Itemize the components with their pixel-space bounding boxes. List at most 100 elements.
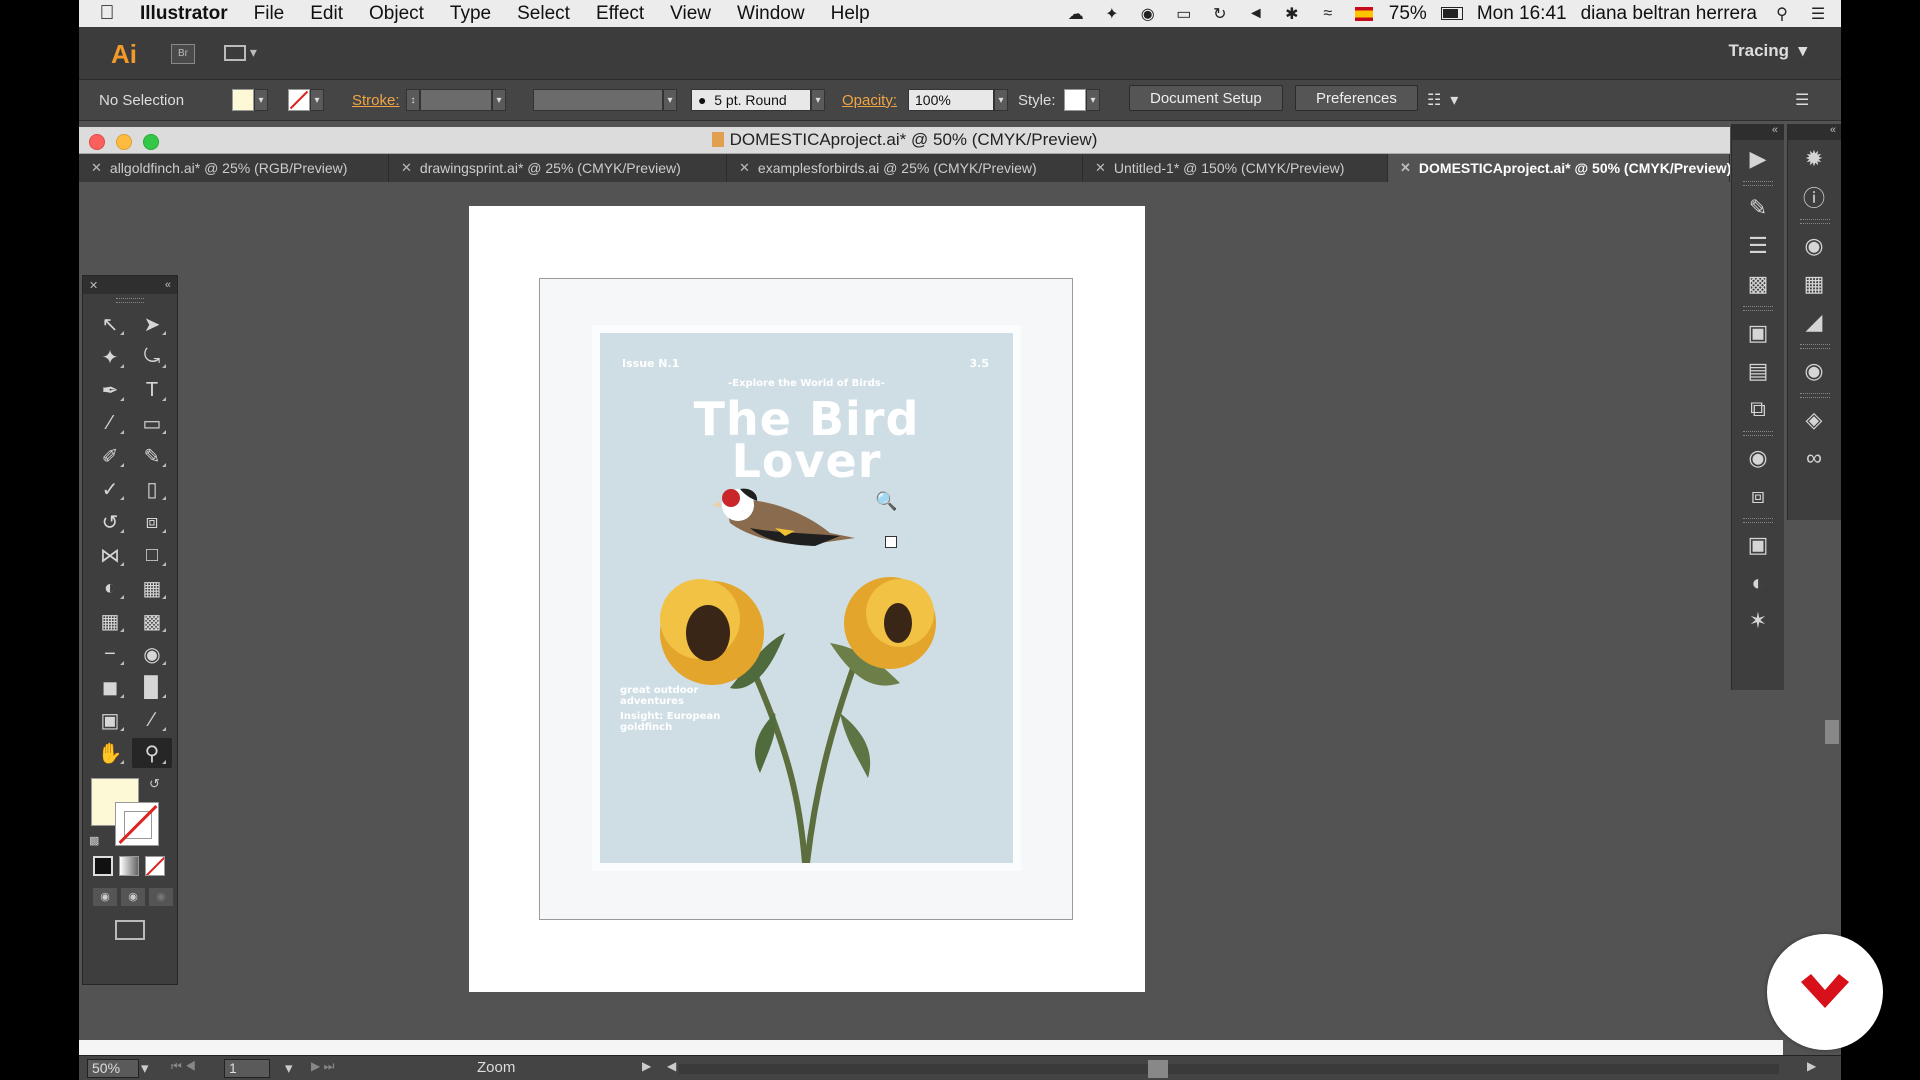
artboard[interactable]: Issue N.1 3.5 -Explore the World of Bird… bbox=[469, 206, 1145, 992]
scroll-right-icon[interactable]: ▶ bbox=[1807, 1059, 1816, 1073]
fill-swatch[interactable] bbox=[232, 89, 254, 111]
clock[interactable]: Mon 16:41 bbox=[1477, 3, 1567, 25]
slice-tool-icon[interactable]: ∕ bbox=[132, 705, 172, 735]
wifi-icon[interactable]: ≈ bbox=[1317, 5, 1339, 23]
menu-file[interactable]: File bbox=[241, 3, 298, 25]
tab-drawingsprint[interactable]: ✕ drawingsprint.ai* @ 25% (CMYK/Preview) bbox=[389, 154, 727, 182]
first-artboard-icon[interactable]: ⏮ ◀ bbox=[171, 1059, 196, 1074]
dock-collapse-icon[interactable]: « bbox=[1732, 124, 1784, 140]
pencil-tool-icon[interactable]: ✎ bbox=[132, 441, 172, 471]
horizontal-scrollbar-thumb[interactable] bbox=[1148, 1060, 1168, 1078]
stroke-panel-icon[interactable]: ☰ bbox=[1732, 227, 1784, 265]
graphic-styles-icon[interactable]: ◉ bbox=[1788, 352, 1840, 390]
panel-menu-icon[interactable]: ☰ bbox=[1795, 89, 1809, 111]
column-graph-tool-icon[interactable]: ▉ bbox=[132, 672, 172, 702]
close-tab-icon[interactable]: ✕ bbox=[401, 160, 412, 176]
transparency-icon[interactable]: ◐ bbox=[1732, 564, 1784, 602]
lasso-tool-icon[interactable]: ⤿ bbox=[132, 342, 172, 372]
stroke-label[interactable]: Stroke: bbox=[352, 89, 400, 111]
zoom-dropdown-icon[interactable]: ▾ bbox=[141, 1059, 149, 1077]
style-control[interactable]: ▾ bbox=[1064, 89, 1100, 111]
stroke-weight-field[interactable] bbox=[420, 89, 492, 111]
minimize-window-button[interactable] bbox=[116, 134, 132, 150]
image-trace-icon[interactable]: ▣ bbox=[1732, 526, 1784, 564]
record-icon[interactable]: ◉ bbox=[1137, 5, 1159, 23]
draw-behind-icon[interactable]: ◉ bbox=[121, 888, 145, 906]
opacity-field[interactable]: 100% bbox=[908, 89, 994, 111]
swatches-icon[interactable]: ▦ bbox=[1788, 265, 1840, 303]
variable-width-profile[interactable]: ▾ bbox=[533, 89, 677, 111]
close-panel-icon[interactable]: ✕ bbox=[89, 279, 98, 292]
scale-tool-icon[interactable]: ⧈ bbox=[132, 507, 172, 537]
appearance-icon[interactable]: ◉ bbox=[1732, 439, 1784, 477]
creative-cloud-icon[interactable]: ☁ bbox=[1065, 5, 1087, 23]
mesh-tool-icon[interactable]: ▦ bbox=[90, 606, 130, 636]
width-profile-field[interactable] bbox=[533, 89, 663, 111]
arrange-icon[interactable]: ☷ ▾ bbox=[1427, 89, 1458, 111]
brush-field[interactable]: ● 5 pt. Round bbox=[691, 89, 811, 111]
magic-wand-tool-icon[interactable]: ✦ bbox=[90, 342, 130, 372]
artboard-dropdown-icon[interactable]: ▾ bbox=[285, 1059, 293, 1077]
workspace-switcher[interactable]: Tracing ▾ bbox=[1729, 41, 1807, 61]
opacity-label[interactable]: Opacity: bbox=[842, 89, 897, 111]
rotate-tool-icon[interactable]: ↺ bbox=[90, 507, 130, 537]
tab-domesticaproject[interactable]: ✕ DOMESTICAproject.ai* @ 50% (CMYK/Previe… bbox=[1388, 154, 1730, 182]
extension-icon[interactable]: ✦ bbox=[1101, 5, 1123, 23]
selection-tool-icon[interactable]: ↖ bbox=[90, 309, 130, 339]
close-tab-icon[interactable]: ✕ bbox=[1095, 160, 1106, 176]
style-dropdown[interactable]: ▾ bbox=[1086, 89, 1100, 111]
color-guide-icon[interactable]: ◉ bbox=[1788, 227, 1840, 265]
tab-examplesforbirds[interactable]: ✕ examplesforbirds.ai @ 25% (CMYK/Preview… bbox=[727, 154, 1083, 182]
volume-icon[interactable]: ◄ bbox=[1245, 5, 1267, 23]
perspective-grid-tool-icon[interactable]: ▦ bbox=[132, 573, 172, 603]
collapse-panel-icon[interactable]: « bbox=[165, 279, 171, 291]
canvas-area[interactable]: Issue N.1 3.5 -Explore the World of Bird… bbox=[79, 182, 1730, 1038]
menu-select[interactable]: Select bbox=[504, 3, 583, 25]
brushes-icon[interactable]: ✎ bbox=[1732, 189, 1784, 227]
align-icon[interactable]: ▤ bbox=[1732, 352, 1784, 390]
width-profile-dropdown[interactable]: ▾ bbox=[663, 89, 677, 111]
opacity-control[interactable]: 100% ▾ bbox=[908, 89, 1008, 111]
line-segment-tool-icon[interactable]: ⁄ bbox=[90, 408, 130, 438]
apple-icon[interactable]:  bbox=[87, 2, 127, 25]
draw-normal-icon[interactable]: ◉ bbox=[93, 888, 117, 906]
color-panel-icon[interactable]: ◢ bbox=[1788, 303, 1840, 341]
tab-allgoldfinch[interactable]: ✕ allgoldfinch.ai* @ 25% (RGB/Preview) bbox=[79, 154, 389, 182]
menu-app[interactable]: Illustrator bbox=[127, 3, 241, 25]
stroke-weight-stepper[interactable]: ↕ bbox=[406, 89, 420, 111]
menu-view[interactable]: View bbox=[657, 3, 724, 25]
pen-tool-icon[interactable]: ✒ bbox=[90, 375, 130, 405]
width-tool-icon[interactable]: ⋈ bbox=[90, 540, 130, 570]
stroke-weight[interactable]: ↕ ▾ bbox=[406, 89, 506, 111]
artboard-tool-icon[interactable]: ▣ bbox=[90, 705, 130, 735]
close-tab-icon[interactable]: ✕ bbox=[1400, 160, 1411, 176]
artboards-icon[interactable]: ▣ bbox=[1732, 314, 1784, 352]
blob-brush-tool-icon[interactable]: ✓ bbox=[90, 474, 130, 504]
stroke-dropdown[interactable]: ▾ bbox=[310, 89, 324, 111]
vertical-scrollbar-thumb[interactable] bbox=[1825, 720, 1839, 744]
status-tool-name[interactable]: Zoom bbox=[477, 1059, 515, 1076]
navigator-icon[interactable]: ✹ bbox=[1788, 140, 1840, 178]
eyedropper-tool-icon[interactable]: − bbox=[90, 639, 130, 669]
arrange-documents-button[interactable]: ▾ bbox=[224, 44, 260, 62]
free-transform-tool-icon[interactable]: □ bbox=[132, 540, 172, 570]
default-fill-stroke-icon[interactable]: ▩ bbox=[89, 834, 99, 847]
info-icon[interactable]: ⓘ bbox=[1788, 178, 1840, 216]
gradient-button[interactable] bbox=[119, 856, 139, 876]
zoom-level-field[interactable]: 50% bbox=[87, 1059, 139, 1078]
zoom-window-button[interactable] bbox=[143, 134, 159, 150]
magic-wand-panel-icon[interactable]: ✶ bbox=[1732, 602, 1784, 640]
rectangle-tool-icon[interactable]: ▭ bbox=[132, 408, 172, 438]
gradient-tool-icon[interactable]: ▩ bbox=[132, 606, 172, 636]
swap-fill-stroke-icon[interactable]: ↺ bbox=[149, 776, 160, 792]
shape-builder-tool-icon[interactable]: ◐ bbox=[90, 573, 130, 603]
fill-dropdown[interactable]: ▾ bbox=[254, 89, 268, 111]
type-tool-icon[interactable]: T bbox=[132, 375, 172, 405]
panel-grip[interactable] bbox=[116, 298, 144, 303]
brush-definition[interactable]: ● 5 pt. Round ▾ bbox=[691, 89, 825, 111]
pathfinder-icon[interactable]: ⧉ bbox=[1732, 390, 1784, 428]
artboard-number-field[interactable]: 1 bbox=[224, 1059, 270, 1078]
gradient-panel-icon[interactable]: ▩ bbox=[1732, 265, 1784, 303]
menu-type[interactable]: Type bbox=[437, 3, 504, 25]
selection-anchor[interactable] bbox=[885, 536, 897, 548]
